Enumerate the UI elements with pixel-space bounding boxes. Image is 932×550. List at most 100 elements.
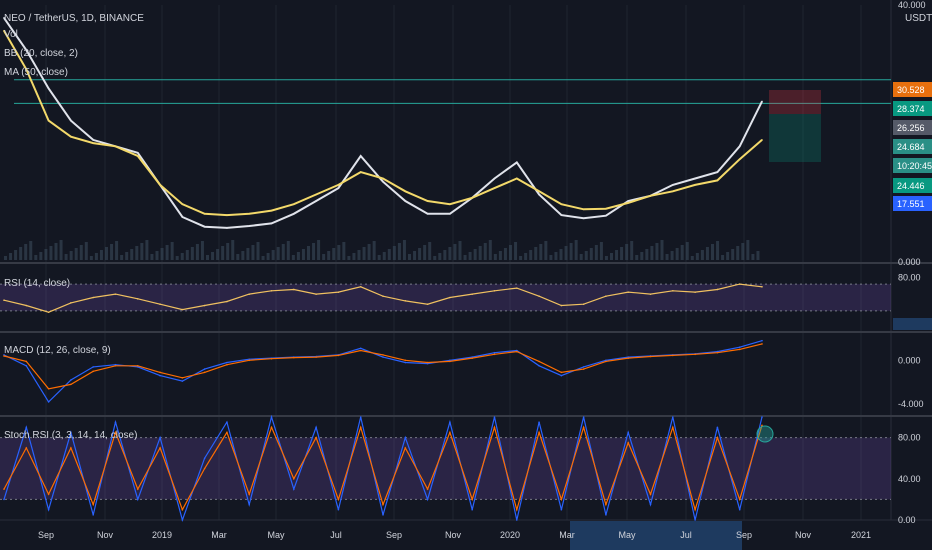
data-point [337, 291, 340, 293]
stoch-rsi-title[interactable]: Stoch RSI (3, 3, 14, 14, close) [4, 430, 137, 441]
volume-bar [221, 246, 225, 260]
x-tick-label: May [267, 530, 285, 540]
x-tick-label: Jul [680, 530, 692, 540]
price-tag-text: 24.446 [897, 181, 925, 191]
data-point [92, 514, 94, 516]
volume-bar [322, 254, 326, 260]
indicator-vol[interactable]: Vol [4, 29, 18, 40]
data-point [538, 193, 540, 196]
volume-bar [211, 252, 215, 260]
data-point [471, 498, 473, 501]
data-point [449, 421, 451, 423]
volume-bar [216, 249, 220, 260]
data-point [404, 190, 407, 193]
macd-y-tick: -4.000 [898, 399, 924, 409]
data-point [181, 308, 184, 311]
data-point [248, 293, 251, 295]
data-point [582, 217, 585, 220]
data-point [627, 202, 630, 204]
data-point [672, 426, 674, 429]
data-point [738, 346, 741, 349]
data-point [538, 190, 540, 193]
data-point [560, 498, 563, 501]
data-point [337, 498, 340, 501]
data-point [270, 209, 273, 212]
data-point [136, 365, 139, 367]
data-point [493, 426, 496, 429]
volume-bar [741, 243, 745, 260]
volume-bar [39, 252, 43, 260]
data-point [47, 387, 50, 390]
data-point [560, 374, 563, 377]
volume-bar [281, 244, 285, 260]
data-point [582, 426, 585, 429]
data-point [716, 179, 719, 182]
macd-y-tick: 0.000 [898, 355, 921, 365]
volume-bar [514, 242, 518, 260]
volume-bar [271, 250, 275, 260]
volume-bar [640, 252, 644, 260]
macd-title[interactable]: MACD (12, 26, close, 9) [4, 345, 111, 356]
data-point [270, 222, 273, 225]
volume-bar [594, 245, 598, 260]
volume-bar [645, 249, 649, 260]
volume-bar [29, 241, 33, 260]
data-point [47, 119, 50, 122]
volume-bar [584, 251, 588, 260]
indicator-ma[interactable]: MA (50, close) [4, 67, 68, 78]
x-tick-label: Sep [736, 530, 752, 540]
data-point [337, 508, 340, 511]
data-point [404, 200, 407, 202]
chart-canvas[interactable]: Sep Nov 2019 Mar May Jul Sep Nov 2020 Mar May Jul Se… [0, 0, 932, 550]
data-point [25, 304, 28, 307]
data-point [627, 357, 630, 359]
volume-bar [180, 253, 184, 260]
data-point [315, 436, 317, 439]
volume-bar [665, 254, 669, 260]
data-point [649, 503, 652, 506]
data-point [738, 508, 741, 511]
volume-bar [433, 256, 437, 260]
volume-bar [357, 250, 361, 260]
x-tick-label: Mar [559, 530, 575, 540]
data-point [605, 214, 607, 217]
data-point [582, 208, 585, 211]
volume-bar [4, 256, 7, 260]
volume-bar [337, 245, 341, 260]
data-point [404, 447, 407, 449]
volume-bar [625, 244, 629, 260]
data-point [359, 347, 362, 350]
data-point [47, 493, 50, 496]
volume-bar [301, 249, 305, 260]
x-tick-label: May [618, 530, 636, 540]
volume-bar [160, 248, 164, 260]
data-point [3, 488, 5, 490]
volume-bar [418, 248, 422, 260]
volume-bar [569, 243, 573, 260]
data-point [293, 356, 295, 359]
data-point [3, 299, 5, 301]
volume-bar [317, 240, 321, 260]
volume-bar [266, 253, 270, 260]
rsi-axis-marker [893, 318, 932, 330]
data-point [694, 184, 696, 186]
volume-bar [256, 242, 260, 260]
data-point [136, 298, 139, 300]
data-point [493, 187, 496, 189]
data-point [449, 360, 451, 363]
data-point [203, 467, 206, 470]
data-point [359, 155, 362, 157]
data-point [761, 139, 763, 141]
volume-bar [615, 250, 619, 260]
volume-bar [64, 254, 68, 260]
rsi-title[interactable]: RSI (14, close) [4, 278, 70, 289]
volume-bar [711, 244, 714, 260]
volume-bar [529, 250, 533, 260]
volume-bar [690, 256, 694, 260]
data-point [471, 508, 473, 511]
volume-bar [246, 248, 250, 260]
volume-bar [377, 255, 381, 260]
data-point [70, 379, 72, 381]
indicator-bb[interactable]: BB (20, close, 2) [4, 48, 78, 59]
volume-bar [105, 247, 108, 260]
